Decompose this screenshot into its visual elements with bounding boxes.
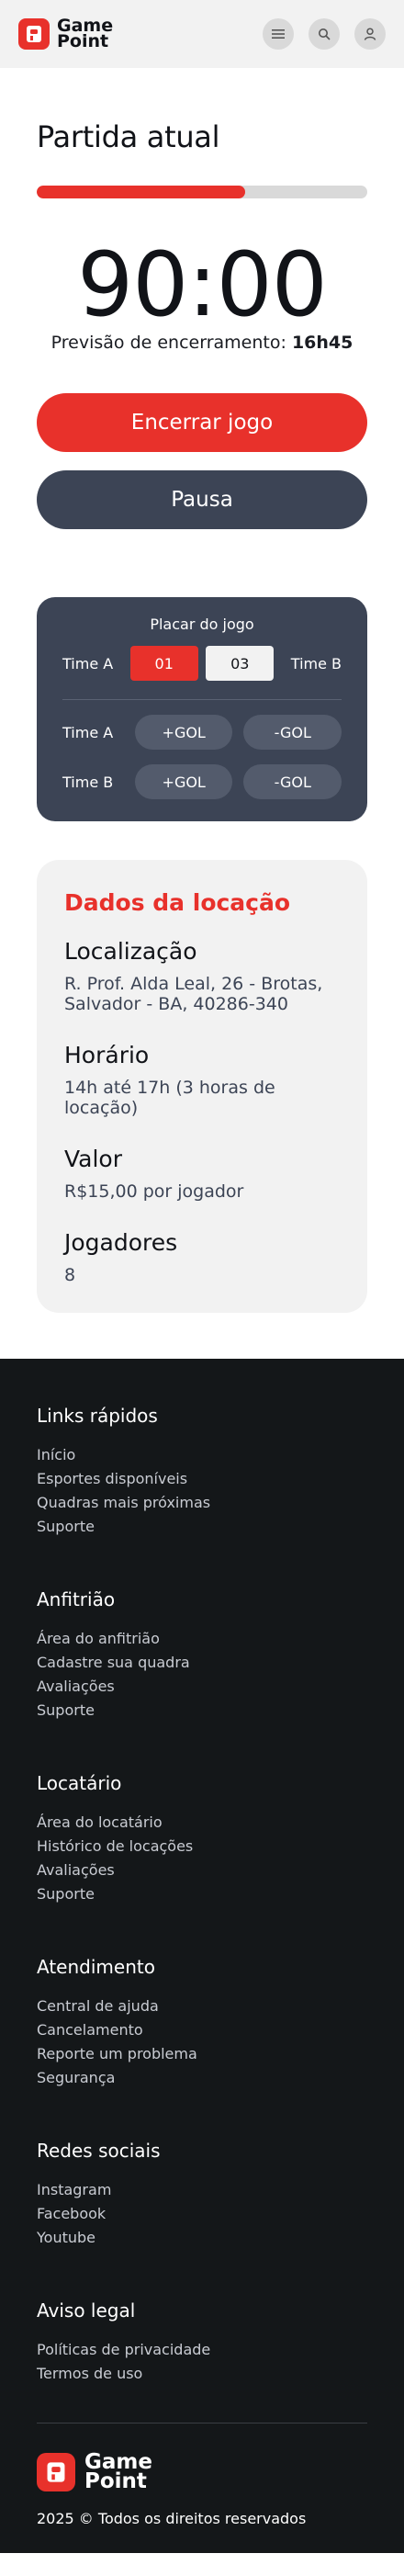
footer-link[interactable]: Youtube bbox=[37, 2226, 367, 2250]
header-actions bbox=[263, 18, 386, 50]
footer-link[interactable]: Esportes disponíveis bbox=[37, 1467, 367, 1491]
footer-section: Redes sociais Instagram Facebook Youtube bbox=[37, 2140, 367, 2250]
copyright: 2025 © Todos os direitos reservados bbox=[37, 2510, 307, 2527]
scoreboard: Placar do jogo Time A 01 03 Time B Time … bbox=[37, 597, 367, 821]
footer-section: Links rápidos Início Esportes disponíveis Q… bbox=[37, 1405, 367, 1539]
footer-section-title: Aviso legal bbox=[37, 2299, 136, 2322]
footer-link[interactable]: Central de ajuda bbox=[37, 1994, 367, 2018]
team-b-goal-controls: Time B +GOL -GOL bbox=[62, 764, 342, 799]
footer-link[interactable]: Suporte bbox=[37, 1515, 367, 1539]
price-value: R$15,00 por jogador bbox=[64, 1181, 244, 1202]
players-value: 8 bbox=[64, 1265, 76, 1285]
footer-section-title: Atendimento bbox=[37, 1956, 155, 1978]
match-progress-fill bbox=[37, 186, 245, 198]
footer-section-title: Redes sociais bbox=[37, 2140, 161, 2162]
pause-button[interactable]: Pausa bbox=[37, 470, 367, 529]
logo-mark-icon bbox=[18, 18, 50, 50]
footer-link[interactable]: Facebook bbox=[37, 2202, 367, 2226]
team-a-goal-controls: Time A +GOL -GOL bbox=[62, 715, 342, 750]
page-title: Partida atual bbox=[37, 119, 220, 154]
scoreboard-divider bbox=[62, 699, 342, 700]
site-footer: Links rápidos Início Esportes disponíveis Q… bbox=[0, 1359, 404, 2553]
team-b-remove-goal-button[interactable]: -GOL bbox=[243, 764, 342, 799]
footer-link[interactable]: Suporte bbox=[37, 1882, 367, 1906]
footer-link[interactable]: Área do anfitrião bbox=[37, 1627, 367, 1651]
footer-link[interactable]: Área do locatário bbox=[37, 1811, 367, 1835]
price-label: Valor bbox=[64, 1146, 123, 1172]
team-b-score: 03 bbox=[206, 646, 275, 681]
match-timer: 90:00 bbox=[77, 233, 328, 336]
team-b-label: Time B bbox=[290, 654, 342, 672]
end-forecast-label: Previsão de encerramento: bbox=[50, 333, 286, 353]
site-header: Game Point bbox=[0, 0, 404, 68]
team-a-goal-label: Time A bbox=[62, 723, 114, 741]
footer-link[interactable]: Instagram bbox=[37, 2178, 367, 2202]
footer-logo-line-2: Point bbox=[84, 2469, 147, 2493]
footer-section: Aviso legal Políticas de privacidade Termo… bbox=[37, 2299, 367, 2386]
footer-link[interactable]: Cancelamento bbox=[37, 2018, 367, 2042]
search-icon[interactable] bbox=[309, 18, 340, 50]
footer-link[interactable]: Políticas de privacidade bbox=[37, 2338, 367, 2362]
footer-link[interactable]: Início bbox=[37, 1443, 367, 1467]
footer-link[interactable]: Termos de uso bbox=[37, 2362, 367, 2386]
footer-link[interactable]: Avaliações bbox=[37, 1859, 367, 1882]
footer-link[interactable]: Avaliações bbox=[37, 1675, 367, 1699]
footer-section: Locatário Área do locatário Histórico de l… bbox=[37, 1772, 367, 1906]
footer-section: Anfitrião Área do anfitrião Cadastre sua q… bbox=[37, 1588, 367, 1723]
schedule-label: Horário bbox=[64, 1042, 150, 1068]
footer-link[interactable]: Cadastre sua quadra bbox=[37, 1651, 367, 1675]
footer-logo[interactable]: Game Point bbox=[37, 2452, 367, 2493]
footer-link[interactable]: Reporte um problema bbox=[37, 2042, 367, 2066]
end-forecast-time: 16h45 bbox=[291, 333, 354, 353]
logo-line-2: Point bbox=[57, 31, 109, 51]
team-b-goal-label: Time B bbox=[62, 773, 114, 791]
rental-details: Dados da locação Localização R. Prof. Al… bbox=[37, 860, 367, 1313]
end-game-button[interactable]: Encerrar jogo bbox=[37, 393, 367, 452]
end-forecast: Previsão de encerramento: 16h45 bbox=[37, 333, 367, 353]
rental-title: Dados da locação bbox=[64, 889, 291, 916]
menu-icon[interactable] bbox=[263, 18, 294, 50]
footer-sections: Links rápidos Início Esportes disponíveis Q… bbox=[37, 1405, 367, 2386]
footer-link[interactable]: Suporte bbox=[37, 1699, 367, 1723]
location-label: Localização bbox=[64, 938, 197, 965]
players-label: Jogadores bbox=[64, 1229, 178, 1256]
team-a-remove-goal-button[interactable]: -GOL bbox=[243, 715, 342, 750]
main-content: Partida atual 90:00 Previsão de encerram… bbox=[0, 119, 404, 1313]
match-progress-bar bbox=[37, 186, 367, 198]
location-value: R. Prof. Alda Leal, 26 - Brotas, Salvado… bbox=[64, 974, 323, 1014]
schedule-value: 14h até 17h (3 horas de locação) bbox=[64, 1078, 275, 1118]
scoreboard-title: Placar do jogo bbox=[150, 616, 254, 633]
footer-section-title: Anfitrião bbox=[37, 1588, 116, 1610]
footer-link[interactable]: Histórico de locações bbox=[37, 1835, 367, 1859]
footer-section-title: Links rápidos bbox=[37, 1405, 158, 1427]
logo-text: Game Point bbox=[57, 17, 113, 51]
logo[interactable]: Game Point bbox=[18, 17, 113, 51]
footer-link[interactable]: Quadras mais próximas bbox=[37, 1491, 367, 1515]
footer-logo-mark-icon bbox=[37, 2453, 75, 2491]
user-icon[interactable] bbox=[354, 18, 386, 50]
footer-logo-text: Game Point bbox=[84, 2452, 152, 2493]
footer-section-title: Locatário bbox=[37, 1772, 122, 1794]
team-a-score: 01 bbox=[129, 646, 198, 681]
team-a-add-goal-button[interactable]: +GOL bbox=[134, 715, 233, 750]
footer-link[interactable]: Segurança bbox=[37, 2066, 367, 2090]
scoreboard-score-row: Time A 01 03 Time B bbox=[62, 646, 342, 681]
team-b-add-goal-button[interactable]: +GOL bbox=[134, 764, 233, 799]
team-a-label: Time A bbox=[62, 654, 114, 672]
footer-section: Atendimento Central de ajuda Cancelamento R… bbox=[37, 1956, 367, 2090]
